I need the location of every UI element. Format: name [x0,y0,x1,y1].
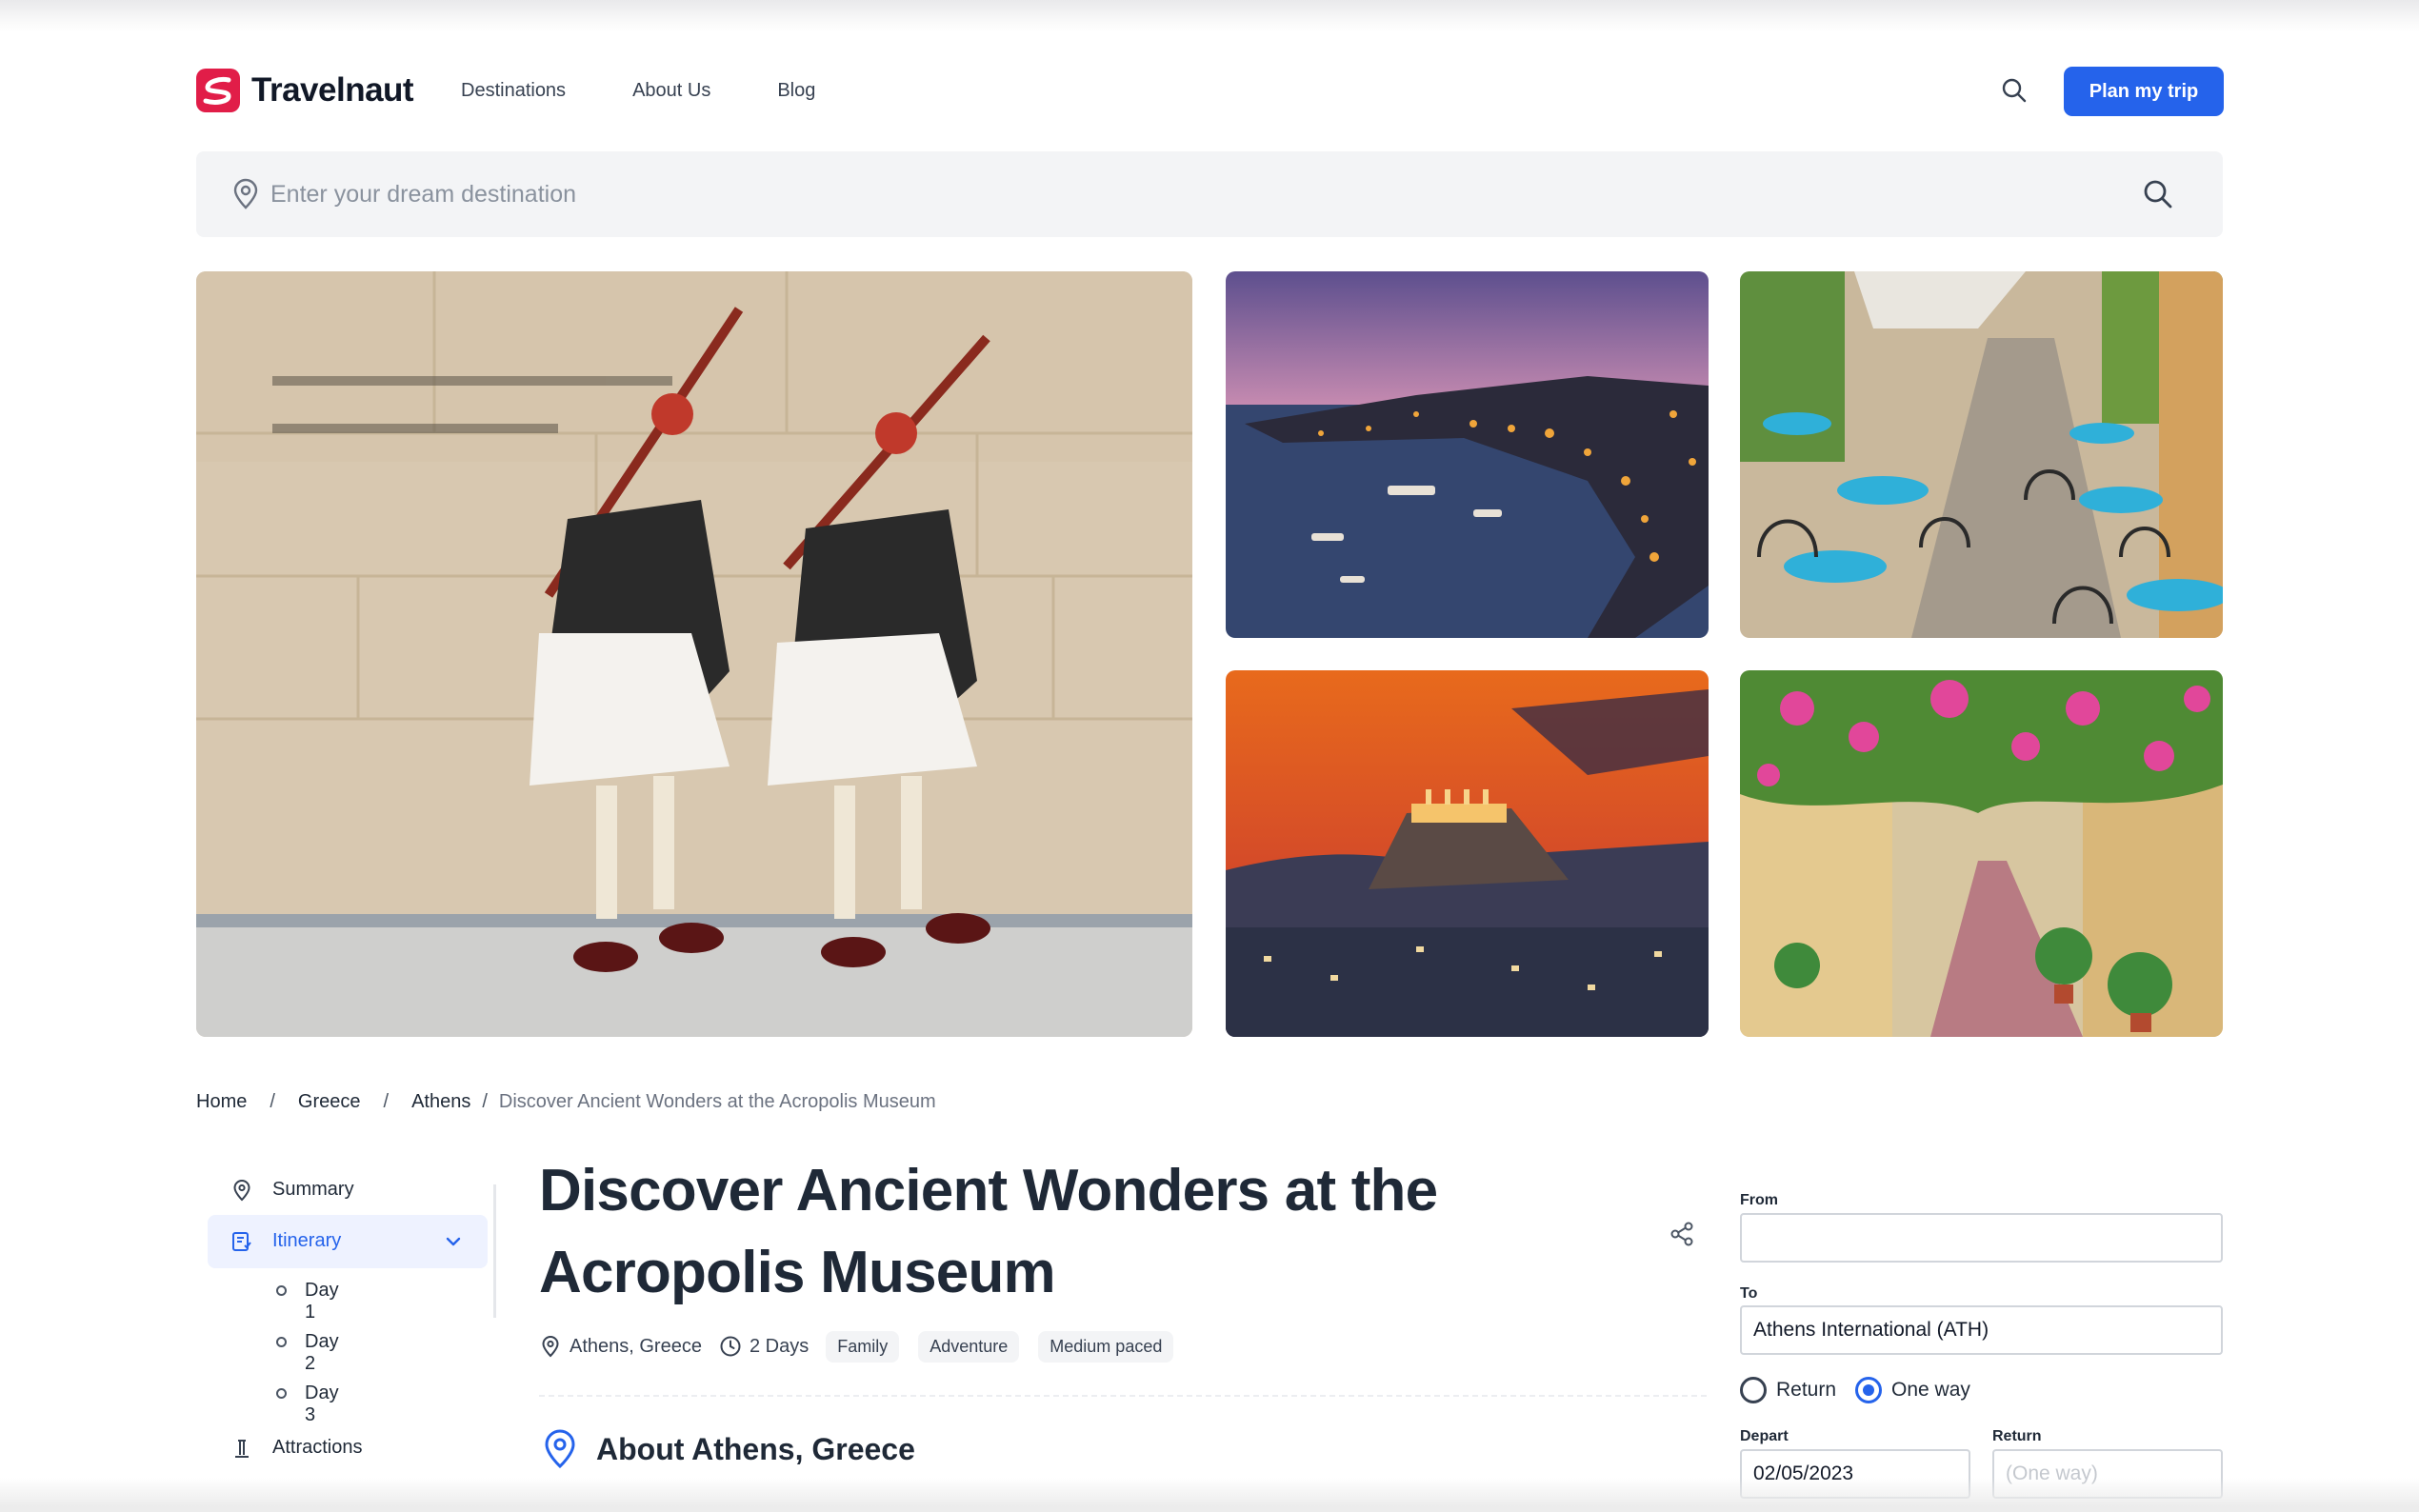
sidebar-subitem-label: Day 1 [305,1280,339,1323]
sidebar-item-label: Itinerary [272,1230,342,1251]
logo[interactable]: Travelnaut [196,69,414,112]
breadcrumb-separator: / [270,1091,275,1112]
to-input[interactable] [1740,1305,2223,1355]
photo-acropolis-sunset [1226,670,1709,1037]
photo-flower-alley [1740,670,2223,1037]
window-bottom-edge [0,1478,2419,1512]
gallery-photo-harbor[interactable] [1226,271,1709,638]
sidebar-subitem-label: Day 3 [305,1383,339,1425]
one-way-radio[interactable] [1855,1377,1883,1403]
nav-destinations[interactable]: Destinations [461,80,566,102]
share-icon[interactable] [1669,1221,1695,1247]
gallery-photo-flowers[interactable] [1740,670,2223,1037]
search-icon[interactable] [2000,76,2029,105]
travelnaut-logo-icon [196,69,240,112]
sidebar-item-itinerary[interactable]: Itinerary [208,1215,488,1268]
breadcrumb-home[interactable]: Home [196,1091,247,1113]
sidebar-item-label: Summary [272,1179,354,1200]
photo-cafe-street [1740,271,2223,638]
breadcrumb: Home / Greece / Athens / Discover Ancien… [196,1091,936,1113]
destination-search-input[interactable] [270,172,2080,216]
tag-pace[interactable]: Medium paced [1038,1330,1174,1363]
one-way-radio-label: One way [1891,1379,1970,1401]
photo-harbor-dusk [1226,271,1709,638]
chevron-down-icon[interactable] [442,1230,465,1253]
bullet-icon [276,1285,287,1296]
nav-about-us[interactable]: About Us [632,80,710,102]
about-section-heading: About Athens, Greece [539,1428,915,1470]
photo-evzones-guards [196,271,1192,1037]
clock-icon [720,1336,741,1357]
tag-family[interactable]: Family [826,1330,900,1363]
location-pin-icon [233,178,258,209]
sidebar-item-summary[interactable]: Summary [208,1164,488,1217]
to-label: To [1740,1285,1758,1302]
site-header: Travelnaut Destinations About Us Blog Pl… [196,67,2224,116]
itinerary-list-icon [232,1232,251,1251]
nav-blog[interactable]: Blog [777,80,815,102]
gallery-photo-cafe[interactable] [1740,271,2223,638]
brand-name: Travelnaut [251,71,414,109]
page-title: Discover Ancient Wonders at the Acropoli… [539,1158,1438,1305]
trip-location: Athens, Greece [570,1335,702,1357]
return-radio-label: Return [1776,1379,1837,1401]
trip-duration: 2 Days [749,1335,810,1357]
window-top-edge [0,0,2419,32]
bullet-icon [276,1337,287,1347]
gallery-photo-evzones[interactable] [196,271,1192,1037]
plan-my-trip-button[interactable]: Plan my trip [2064,67,2224,116]
breadcrumb-separator: / [383,1091,390,1112]
breadcrumb-athens[interactable]: Athens [411,1091,470,1113]
location-pin-icon [545,1429,575,1469]
location-pin-icon [233,1180,250,1202]
breadcrumb-current: Discover Ancient Wonders at the Acropoli… [498,1091,936,1112]
bullet-icon [276,1388,287,1399]
sidebar-subitem-label: Day 2 [305,1331,339,1374]
trip-type-selector: Return One way [1740,1375,1989,1405]
breadcrumb-greece[interactable]: Greece [298,1091,361,1113]
sidebar-item-label: Attractions [272,1437,363,1458]
gallery-photo-acropolis[interactable] [1226,670,1709,1037]
location-pin-icon [542,1336,559,1358]
landmark-column-icon [235,1440,249,1458]
sidebar-item-attractions[interactable]: Attractions [208,1422,488,1475]
return-radio[interactable] [1740,1377,1767,1403]
destination-search-bar [196,151,2223,237]
return-label: Return [1992,1428,2042,1444]
from-input[interactable] [1740,1213,2223,1263]
breadcrumb-separator: / [482,1091,488,1112]
tag-adventure[interactable]: Adventure [918,1330,1020,1363]
about-heading: About Athens, Greece [596,1431,915,1466]
main-nav: Destinations About Us Blog [461,80,882,102]
search-submit-icon[interactable] [2141,177,2175,211]
trip-meta: Athens, Greece 2 Days Family Adventure M… [539,1329,1192,1363]
depart-label: Depart [1740,1428,1789,1444]
from-label: From [1740,1192,1778,1208]
section-divider [539,1395,1707,1397]
sidebar-scroll-indicator [493,1184,496,1318]
